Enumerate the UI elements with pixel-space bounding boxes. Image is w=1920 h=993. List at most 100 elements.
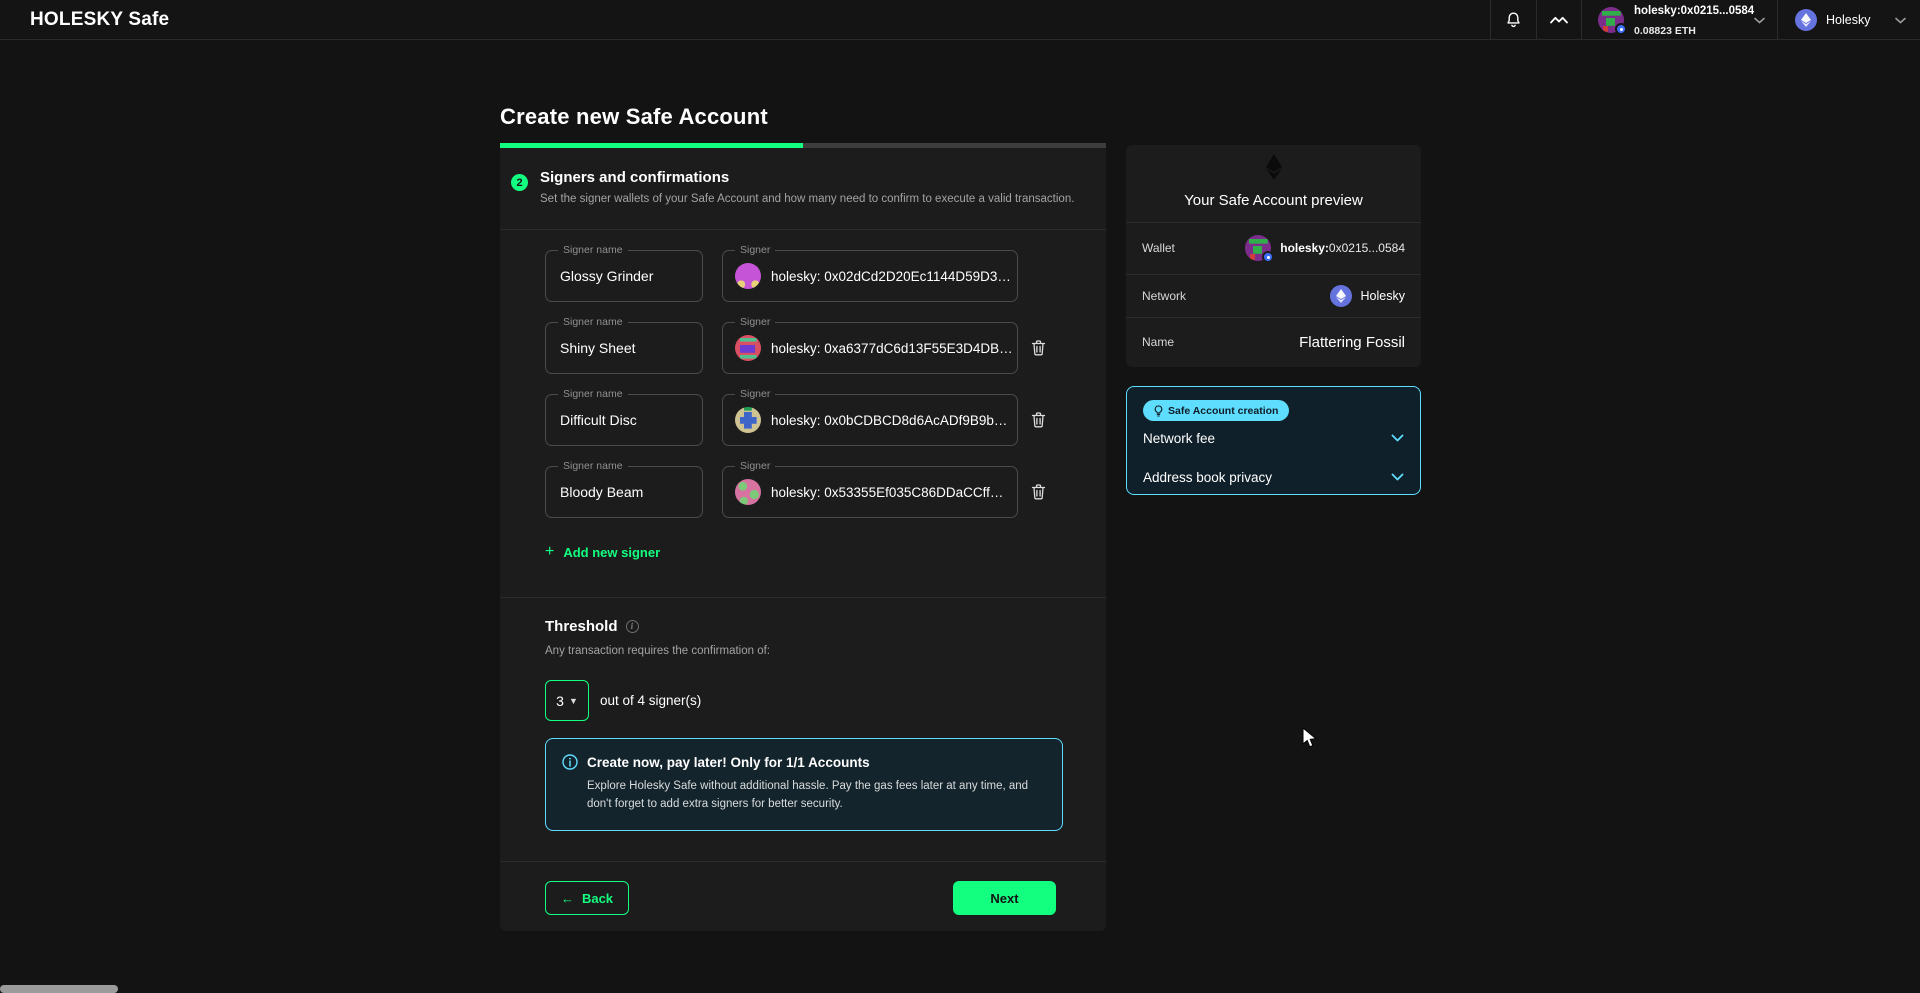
signer-address-label: Signer	[735, 316, 775, 328]
chevron-down-icon	[1391, 434, 1404, 442]
preview-name-row: Name Flattering Fossil	[1126, 317, 1421, 367]
preview-name-value: Flattering Fossil	[1299, 334, 1405, 351]
pay-later-notice: Create now, pay later! Only for 1/1 Acco…	[545, 738, 1063, 831]
signer-address-value: holesky: 0x0bCDBCD8d6AcADf9B9b…	[771, 413, 1007, 428]
plus-icon: +	[545, 543, 554, 561]
signer-name-value: Shiny Sheet	[560, 340, 636, 356]
signer-name-label: Signer name	[558, 460, 628, 472]
horizontal-scrollbar-thumb[interactable]	[0, 985, 118, 993]
signer-address-input[interactable]: Signer holesky: 0x53355Ef035C86DDaCCff…	[722, 466, 1018, 518]
ethereum-network-icon	[1795, 9, 1817, 31]
next-button[interactable]: Next	[953, 881, 1056, 915]
wallet-connect-button[interactable]	[1536, 0, 1581, 40]
signer-address-label: Signer	[735, 388, 775, 400]
connected-account-menu[interactable]: holesky:0x0215...0584 0.08823 ETH	[1581, 0, 1777, 40]
wallet-connector-badge-icon	[1262, 251, 1274, 263]
network-selector[interactable]: Holesky	[1777, 0, 1920, 40]
notice-title: Create now, pay later! Only for 1/1 Acco…	[587, 755, 870, 770]
bell-icon	[1505, 11, 1522, 29]
threshold-title: Threshold i	[545, 618, 639, 635]
info-icon[interactable]: i	[626, 620, 639, 633]
threshold-suffix: out of 4 signer(s)	[600, 680, 701, 721]
tips-badge: Safe Account creation	[1143, 400, 1289, 421]
divider	[500, 229, 1106, 230]
signer-address-value: holesky: 0xa6377dC6d13F55E3D4DB…	[771, 341, 1011, 356]
delete-signer-button[interactable]	[1026, 336, 1050, 360]
next-button-label: Next	[990, 891, 1018, 906]
top-bar: HOLESKY Safe holesky:0x0215...0584 0.088…	[0, 0, 1920, 40]
preview-network-row: Network Holesky	[1126, 274, 1421, 317]
preview-name-label: Name	[1142, 335, 1174, 349]
step-subtitle: Set the signer wallets of your Safe Acco…	[540, 193, 1074, 205]
account-balance: 0.08823 ETH	[1634, 25, 1696, 37]
accordion-label: Address book privacy	[1143, 470, 1272, 485]
signer-name-input[interactable]: Signer name Glossy Grinder	[545, 250, 703, 302]
preview-wallet-address: 0x0215...0584	[1329, 241, 1405, 255]
add-new-signer-button[interactable]: + Add new signer	[545, 543, 660, 561]
step-title: Signers and confirmations	[540, 169, 729, 186]
signer-name-label: Signer name	[558, 244, 628, 256]
preview-wallet-row: Wallet holesky: 0x0215...0584	[1126, 222, 1421, 274]
notifications-button[interactable]	[1490, 0, 1536, 40]
mouse-cursor	[1302, 727, 1319, 749]
signer-address-input[interactable]: Signer holesky: 0x0bCDBCD8d6AcADf9B9b…	[722, 394, 1018, 446]
delete-signer-button[interactable]	[1026, 408, 1050, 432]
threshold-value: 3	[556, 693, 564, 709]
chevron-down-icon	[1754, 17, 1765, 24]
notice-body: Explore Holesky Safe without additional …	[587, 778, 1053, 814]
signer-name-value: Difficult Disc	[560, 412, 637, 428]
app-logo[interactable]: HOLESKY Safe	[30, 0, 169, 40]
delete-signer-button[interactable]	[1026, 480, 1050, 504]
safe-creation-tips-card: Safe Account creation Network fee Addres…	[1126, 386, 1421, 495]
network-fee-accordion[interactable]: Network fee	[1127, 427, 1420, 449]
signer-name-input[interactable]: Signer name Difficult Disc	[545, 394, 703, 446]
signer-name-value: Bloody Beam	[560, 484, 643, 500]
wallet-wave-icon	[1549, 14, 1569, 26]
ethereum-logo-icon	[1266, 154, 1282, 180]
divider	[500, 597, 1106, 598]
safe-account-preview-card: Your Safe Account preview Wallet holesky…	[1126, 145, 1421, 367]
wallet-connector-badge-icon	[1615, 23, 1627, 35]
network-name: Holesky	[1826, 13, 1870, 27]
signer-address-input[interactable]: Signer holesky: 0x02dCd2D20Ec1144D59D3…	[722, 250, 1018, 302]
threshold-subtitle: Any transaction requires the confirmatio…	[545, 645, 770, 657]
signer-address-label: Signer	[735, 460, 775, 472]
signer-row: Signer name Glossy Grinder Signer holesk…	[500, 250, 1106, 302]
preview-network-value: Holesky	[1361, 289, 1405, 303]
chevron-down-icon	[1391, 473, 1404, 481]
signer-name-value: Glossy Grinder	[560, 268, 653, 284]
signer-address-input[interactable]: Signer holesky: 0xa6377dC6d13F55E3D4DB…	[722, 322, 1018, 374]
preview-network-label: Network	[1142, 289, 1186, 303]
account-address: holesky:0x0215...0584	[1634, 5, 1754, 17]
back-button[interactable]: ← Back	[545, 881, 629, 915]
signer-name-input[interactable]: Signer name Shiny Sheet	[545, 322, 703, 374]
signer-name-input[interactable]: Signer name Bloody Beam	[545, 466, 703, 518]
preview-wallet-prefix: holesky:	[1280, 241, 1329, 255]
lightbulb-icon	[1154, 405, 1163, 417]
back-button-label: Back	[582, 891, 613, 906]
add-new-signer-label: Add new signer	[563, 545, 660, 560]
threshold-select[interactable]: 3 ▼	[545, 680, 589, 721]
signer-avatar	[735, 335, 761, 361]
signer-avatar	[735, 263, 761, 289]
preview-title: Your Safe Account preview	[1126, 192, 1421, 209]
page-title: Create new Safe Account	[500, 104, 768, 130]
signer-address-value: holesky: 0x02dCd2D20Ec1144D59D3…	[771, 269, 1011, 284]
ethereum-network-icon	[1330, 285, 1352, 307]
info-circle-icon	[562, 754, 578, 770]
signer-row: Signer name Difficult Disc Signer holesk…	[500, 394, 1106, 446]
signers-step-card: 2 Signers and confirmations Set the sign…	[500, 148, 1106, 931]
divider	[500, 861, 1106, 862]
address-book-privacy-accordion[interactable]: Address book privacy	[1127, 466, 1420, 488]
signer-row: Signer name Shiny Sheet Signer holesky: …	[500, 322, 1106, 374]
tips-badge-label: Safe Account creation	[1168, 405, 1278, 417]
chevron-down-icon	[1895, 17, 1906, 24]
signer-avatar	[735, 407, 761, 433]
signer-avatar	[735, 479, 761, 505]
caret-down-icon: ▼	[569, 696, 578, 706]
signer-address-value: holesky: 0x53355Ef035C86DDaCCff…	[771, 485, 1003, 500]
signer-name-label: Signer name	[558, 388, 628, 400]
preview-wallet-label: Wallet	[1142, 241, 1175, 255]
signer-name-label: Signer name	[558, 316, 628, 328]
arrow-left-icon: ←	[561, 891, 574, 906]
